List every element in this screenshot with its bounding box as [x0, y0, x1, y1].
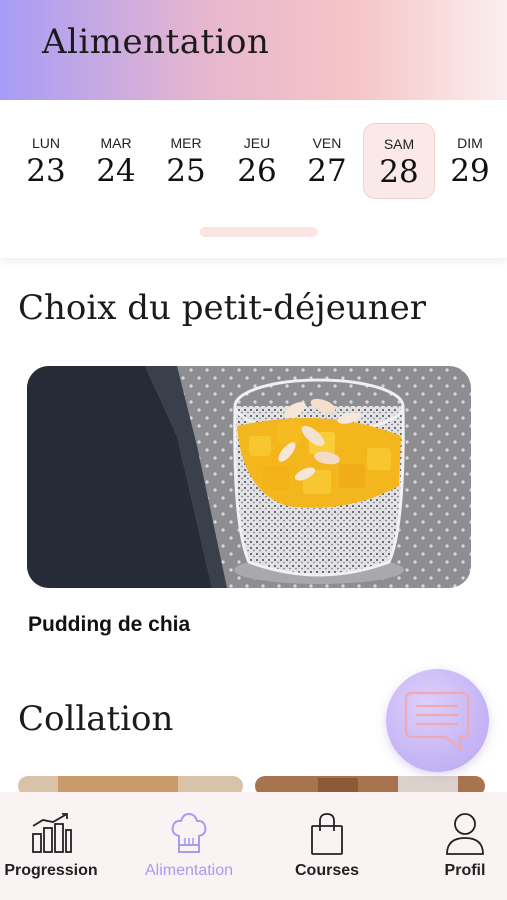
profile-icon [446, 813, 484, 855]
day-number: 24 [96, 153, 136, 189]
day-number: 23 [26, 153, 66, 189]
day-number: 28 [379, 154, 419, 190]
day-name: MER [170, 135, 202, 151]
day-friday[interactable]: VEN 27 [291, 123, 363, 199]
progression-icon [32, 813, 72, 853]
meal-card-image[interactable] [27, 366, 471, 588]
snack-section-title: Collation [18, 699, 174, 739]
meal-name[interactable]: Pudding de chia [28, 613, 190, 637]
day-name: VEN [312, 135, 342, 151]
day-name: JEU [243, 135, 271, 151]
day-sunday[interactable]: DIM 29 [434, 123, 506, 199]
tab-label: Profil [444, 862, 486, 879]
chef-hat-icon [171, 812, 207, 853]
day-number: 29 [450, 153, 490, 189]
day-number: 26 [237, 153, 277, 189]
day-name: MAR [100, 135, 132, 151]
chia-pudding-image [27, 366, 471, 588]
tab-label: Courses [294, 862, 360, 879]
tab-courses[interactable]: Courses [267, 792, 387, 900]
chat-button[interactable] [386, 669, 489, 772]
tab-label: Progression [4, 862, 98, 879]
day-wednesday[interactable]: MER 25 [150, 123, 222, 199]
bottom-tab-bar: Progression Alimentation Courses Profil [0, 792, 507, 900]
day-monday[interactable]: LUN 23 [10, 123, 82, 199]
day-tuesday[interactable]: MAR 24 [80, 123, 152, 199]
tab-label: Alimentation [144, 862, 234, 879]
tab-alimentation[interactable]: Alimentation [129, 792, 249, 900]
day-thursday[interactable]: JEU 26 [221, 123, 293, 199]
week-selector: LUN 23 MAR 24 MER 25 JEU 26 VEN 27 SAM 2… [0, 100, 507, 258]
app-header: Alimentation [0, 0, 507, 100]
chat-icon [404, 691, 470, 752]
day-saturday[interactable]: SAM 28 [363, 123, 435, 199]
day-number: 27 [307, 153, 347, 189]
day-number: 25 [166, 153, 206, 189]
day-name: DIM [457, 135, 483, 151]
breakfast-section-title: Choix du petit-déjeuner [18, 288, 426, 328]
day-name: SAM [383, 136, 415, 152]
tab-profil[interactable]: Profil [405, 792, 507, 900]
week-drag-handle[interactable] [200, 227, 318, 237]
shopping-bag-icon [311, 813, 343, 855]
tab-progression[interactable]: Progression [0, 792, 111, 900]
day-name: LUN [31, 135, 60, 151]
page-title: Alimentation [42, 22, 270, 62]
